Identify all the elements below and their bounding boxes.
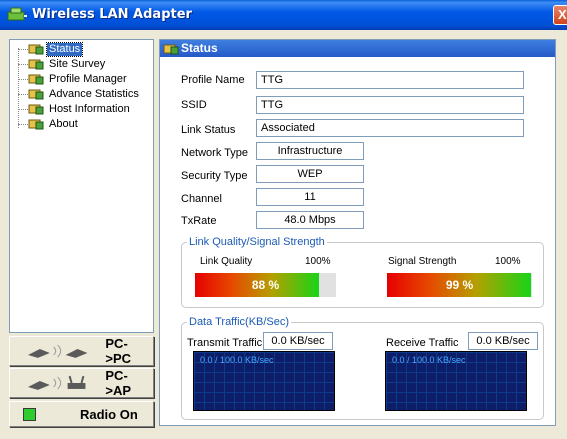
pc-to-ap-label: PC->AP [105,368,132,398]
channel-field: 11 [256,188,364,206]
signal-strength-label: Signal Strength [388,256,457,267]
nav-item-advance-statistics[interactable]: Advance Statistics [14,87,141,101]
link-quality-max: 100% [305,256,331,267]
signal-strength-max: 100% [495,256,521,267]
tree-branch [18,124,28,125]
close-button[interactable]: X [553,5,567,25]
nav-item-about[interactable]: About [14,117,80,131]
link-quality-label: Link Quality [200,256,253,267]
close-icon: X [558,7,567,22]
security-type-label: Security Type [181,170,248,182]
receive-graph-label: 0.0 / 100.0 KB/sec [392,355,466,365]
nav-label: Site Survey [49,57,106,70]
transmit-graph-label: 0.0 / 100.0 KB/sec [200,355,274,365]
about-node-icon [28,119,44,130]
nav-label: Profile Manager [49,72,127,85]
title-bar[interactable]: Wireless LAN Adapter X [0,0,567,30]
pc-to-pc-label: PC->PC [105,336,132,366]
access-point-icon [27,375,86,390]
network-adapter-icon [7,7,27,21]
security-type-field: WEP [256,165,364,183]
nav-item-host-information[interactable]: Host Information [14,102,132,116]
window-title: Wireless LAN Adapter [32,7,192,22]
nav-label: Host Information [49,102,130,115]
traffic-group-title: Data Traffic(KB/Sec) [187,316,292,328]
radio-toggle-button[interactable]: Radio On [9,401,154,427]
radio-status-led-icon [23,407,36,421]
adhoc-wireless-icon [27,344,88,358]
nav-tree[interactable]: Status Site Survey Profile Manager Advan… [9,39,154,333]
txrate-label: TxRate [181,215,217,227]
profile-name-label: Profile Name [181,74,245,86]
nav-item-profile-manager[interactable]: Profile Manager [14,72,129,86]
profile-node-icon [28,74,44,85]
pc-to-pc-button[interactable]: PC->PC [9,336,154,366]
site-survey-node-icon [28,59,44,70]
status-panel: Status Profile Name TTG SSID TTG Link St… [159,39,556,426]
transmit-value-field: 0.0 KB/sec [263,332,333,350]
network-type-field: Infrastructure [256,142,364,160]
channel-label: Channel [181,193,222,205]
panel-title: Status [181,41,218,55]
tree-branch [18,79,28,80]
status-header-icon [163,44,179,55]
link-quality-group-title: Link Quality/Signal Strength [187,236,327,248]
ssid-label: SSID [181,99,207,111]
stats-node-icon [28,89,44,100]
tree-branch [18,49,28,50]
nav-label: Advance Statistics [49,87,139,100]
link-quality-value: 88 % [251,278,280,292]
ssid-field: TTG [256,96,524,114]
nav-label: Status [45,41,84,57]
nav-item-site-survey[interactable]: Site Survey [14,57,107,71]
network-type-label: Network Type [181,147,249,159]
tree-branch [18,94,28,95]
link-status-field: Associated [256,119,524,137]
link-quality-bar: 88 % [195,273,336,297]
status-node-icon [28,44,44,55]
tree-branch [18,109,28,110]
transmit-label: Transmit Traffic [187,337,263,349]
tree-branch [18,64,28,65]
nav-label: About [49,117,78,130]
transmit-graph: 0.0 / 100.0 KB/sec [193,351,335,411]
host-node-icon [28,104,44,115]
receive-value-field: 0.0 KB/sec [468,332,538,350]
signal-strength-value: 99 % [445,278,474,292]
signal-strength-bar: 99 % [387,273,532,297]
receive-graph: 0.0 / 100.0 KB/sec [385,351,527,411]
profile-name-field: TTG [256,71,524,89]
radio-label: Radio On [80,406,138,422]
txrate-field: 48.0 Mbps [256,211,364,229]
pc-to-ap-button[interactable]: PC->AP [9,368,154,398]
link-status-label: Link Status [181,124,236,136]
nav-item-status[interactable]: Status [14,41,84,57]
panel-header: Status [160,40,555,57]
receive-label: Receive Traffic [386,337,459,349]
